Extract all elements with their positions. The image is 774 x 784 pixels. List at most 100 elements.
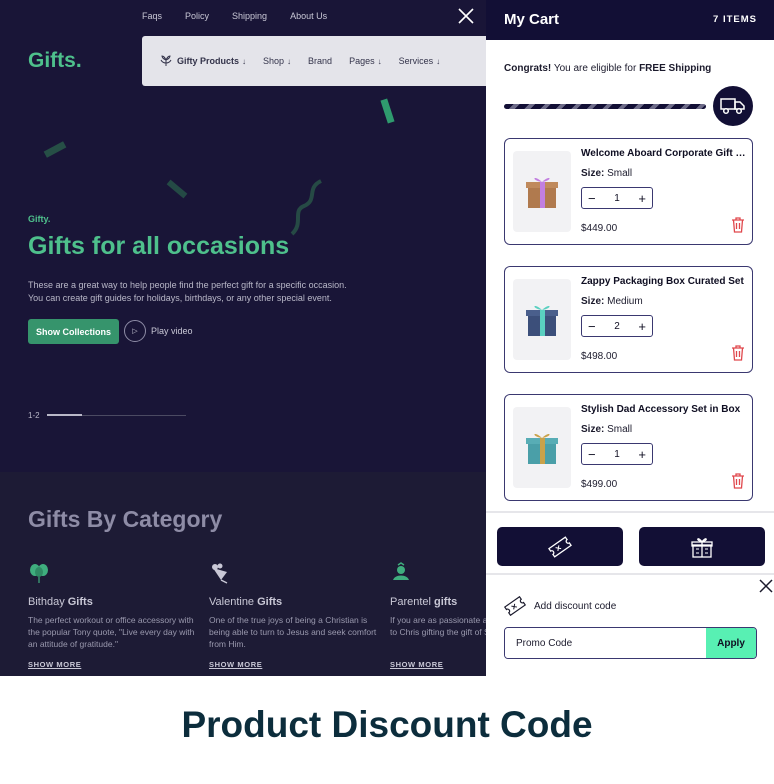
product-price: $498.00 [581,351,618,362]
eligible-text: You are eligible for [551,63,640,74]
gift-box-image [526,305,558,336]
gift-box-image [526,433,558,464]
nav-label: Services [398,56,434,66]
category-name[interactable]: Valentine Gifts [209,596,379,608]
quantity-stepper: − 2 + [581,315,653,337]
product-name[interactable]: Welcome Aboard Corporate Gift Box [581,148,746,159]
confetti-squiggle [290,179,323,236]
nav-label: Shop [263,56,285,66]
product-size: Size: Small [581,168,632,179]
close-icon[interactable] [758,578,774,594]
show-collections-button[interactable]: Show Collections [28,319,119,344]
truck-icon [720,98,745,115]
flower-icon [160,55,172,66]
increase-qty-button[interactable]: + [638,320,646,333]
chevron-down-icon: ↓ [436,56,441,66]
nav-services[interactable]: Services ↓ [399,56,441,66]
parent-icon [393,562,409,580]
size-value: Small [607,424,633,435]
free-shipping-message: Congrats! You are eligible for FREE Ship… [504,63,711,74]
show-more-link[interactable]: SHOW MORE [28,660,198,669]
slide-indicator: 1-2 [28,411,40,420]
product-name[interactable]: Stylish Dad Accessory Set in Box [581,404,746,415]
category-description: If you are as passionate a leading lost … [390,615,486,637]
category-name-bold: Gifts [67,596,93,608]
increase-qty-button[interactable]: + [638,192,646,205]
decrease-qty-button[interactable]: − [588,448,596,461]
quantity-value[interactable]: 1 [614,193,620,204]
nav-gifty-products[interactable]: Gifty Products ↓ [160,55,246,67]
quantity-stepper: − 1 + [581,187,653,209]
divider [486,573,774,575]
divider [486,511,774,513]
caption-title: Product Discount Code [181,704,593,745]
play-video-link[interactable]: Play video [151,326,193,336]
cart-item: Welcome Aboard Corporate Gift Box Size: … [504,138,753,245]
category-name-bold: gifts [434,596,458,608]
truck-badge [713,86,753,126]
category-name[interactable]: Parentel gifts [390,596,486,608]
product-price: $499.00 [581,479,618,490]
site-logo[interactable]: Gifts. [28,49,82,73]
category-card-valentine: Valentine Gifts One of the true joys of … [209,562,379,669]
category-heading: Gifts By Category [28,506,223,532]
chevron-down-icon: ↓ [377,56,382,66]
flowers-icon [212,563,228,584]
category-name[interactable]: Bithday Gifts [28,596,198,608]
product-price: $449.00 [581,223,618,234]
apply-button[interactable]: Apply [706,628,756,658]
product-size: Size: Small [581,424,632,435]
quantity-value[interactable]: 2 [614,321,620,332]
product-name[interactable]: Zappy Packaging Box Curated Set [581,276,746,287]
quantity-stepper: − 1 + [581,443,653,465]
size-label: Size: [581,296,605,307]
cart-item: Zappy Packaging Box Curated Set Size: Me… [504,266,753,373]
congrats-text: Congrats! [504,63,552,74]
slide-progress-fill [47,414,82,416]
cart-header: My Cart 7 ITEMS [486,0,774,40]
increase-qty-button[interactable]: + [638,448,646,461]
top-link-policy[interactable]: Policy [185,11,209,21]
play-icon[interactable]: ▷ [124,320,146,342]
category-description: The perfect workout or office accessory … [28,615,195,649]
product-thumbnail[interactable] [513,151,571,232]
close-cart-icon[interactable] [457,7,475,25]
discount-header: Add discount code [504,596,616,616]
top-link-about[interactable]: About Us [290,11,327,21]
hero-eyebrow: Gifty. [28,214,51,224]
product-size: Size: Medium [581,296,643,307]
slide-progress [47,414,186,416]
gift-icon [691,537,713,558]
show-more-link[interactable]: SHOW MORE [209,660,379,669]
store-page-backdrop: Faqs Policy Shipping About Us Gifts. Gif… [0,0,486,676]
category-description: One of the true joys of being a Christia… [209,615,377,649]
promo-code-input[interactable] [505,628,706,658]
size-value: Medium [607,296,643,307]
show-more-link[interactable]: SHOW MORE [390,660,486,669]
coupon-icon [548,535,572,558]
nav-brand[interactable]: Brand [308,56,332,66]
decrease-qty-button[interactable]: − [588,192,596,205]
top-link-faqs[interactable]: Faqs [142,11,162,21]
nav-label: Gifty Products [177,56,240,66]
size-value: Small [607,168,633,179]
gift-wrap-button[interactable] [639,527,765,566]
top-link-shipping[interactable]: Shipping [232,11,267,21]
coupon-button[interactable] [497,527,623,566]
trash-icon[interactable] [731,345,745,361]
cart-title: My Cart [504,11,560,28]
nav-pages[interactable]: Pages ↓ [349,56,382,66]
decrease-qty-button[interactable]: − [588,320,596,333]
free-shipping-text: FREE Shipping [639,63,712,74]
cart-item: Stylish Dad Accessory Set in Box Size: S… [504,394,753,501]
discount-label: Add discount code [534,600,617,612]
quantity-value[interactable]: 1 [614,449,620,460]
size-label: Size: [581,168,605,179]
product-thumbnail[interactable] [513,279,571,360]
trash-icon[interactable] [731,473,745,489]
category-name-text: Valentine [209,596,258,608]
nav-label: Pages [349,56,375,66]
trash-icon[interactable] [731,217,745,233]
product-thumbnail[interactable] [513,407,571,488]
nav-shop[interactable]: Shop ↓ [263,56,291,66]
